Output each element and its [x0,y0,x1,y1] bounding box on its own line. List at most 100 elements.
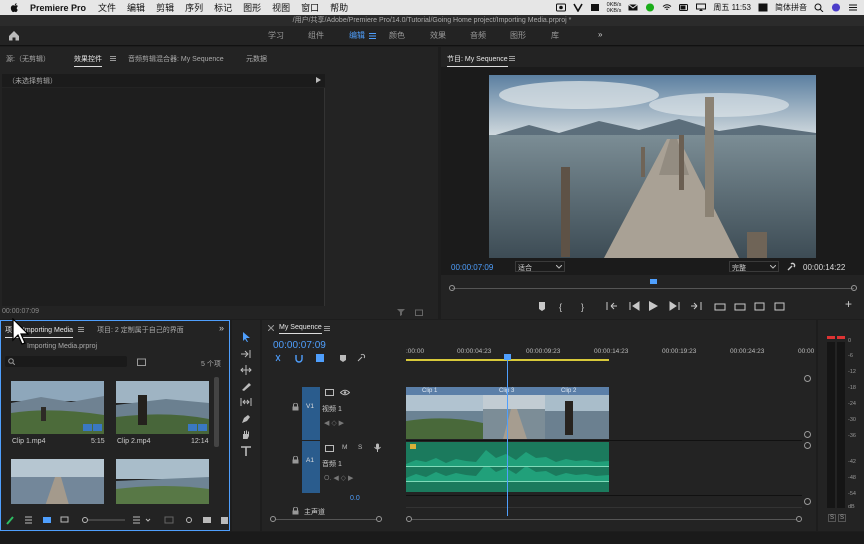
ripple-edit-tool-icon[interactable] [240,365,252,375]
tab-source[interactable]: 源:（无剪辑） [6,54,50,64]
mail-icon[interactable] [628,3,639,12]
timeline-playhead[interactable] [503,354,511,516]
track-select-tool-icon[interactable] [240,349,252,359]
more-tabs-icon[interactable]: » [219,323,224,333]
menu-window[interactable]: 窗口 [301,1,319,14]
panel-menu-icon[interactable] [324,326,330,331]
v1-target[interactable]: V1 [302,387,320,440]
menu-help[interactable]: 帮助 [330,1,348,14]
play-button[interactable] [629,298,641,311]
pen-tool-icon[interactable] [240,414,252,424]
program-monitor-title[interactable]: 节目: My Sequence [447,54,508,67]
home-icon[interactable] [8,30,20,41]
lock-icon[interactable] [292,403,299,411]
timeline-video-clip[interactable]: Clip 1 [406,387,483,439]
clip-thumbnail[interactable] [11,459,104,504]
menu-clip[interactable]: 剪辑 [156,1,174,14]
keyframe-nav[interactable]: ◀ ◇ ▶ [324,419,354,427]
timeline-ruler[interactable]: :00:00 00:00:04:23 00:00:09:23 00:00:14:… [406,344,814,364]
menu-sequence[interactable]: 序列 [185,1,203,14]
clip-thumbnail[interactable] [116,381,209,434]
program-viewer[interactable] [441,67,864,275]
razor-tool-icon[interactable] [240,381,252,391]
workspace-libraries[interactable]: 库 [551,30,559,41]
timeline-scrollbar-left[interactable] [270,516,382,522]
microphone-icon[interactable] [374,443,381,452]
track-area[interactable]: Clip 1 Clip 3 Clip 2 [406,367,802,508]
expand-arrow-icon[interactable] [316,77,321,83]
vertical-scroll-handle[interactable] [804,498,811,505]
solo-right-button[interactable]: S [838,514,847,522]
close-icon[interactable] [268,325,274,331]
menu-markers[interactable]: 标记 [214,1,232,14]
hand-tool-icon[interactable] [240,430,252,440]
airplay-icon[interactable] [696,3,707,12]
workspace-menu-icon[interactable] [369,33,376,39]
toggle-sync-lock-icon[interactable] [325,389,334,396]
timeline-video-clip[interactable]: Clip 2 [545,387,609,439]
search-spotlight-icon[interactable] [814,3,824,12]
input-method-label[interactable]: 简体拼音 [775,2,807,13]
workspace-assembly[interactable]: 组件 [308,30,324,41]
export-icon[interactable] [415,308,423,316]
app-name-menu[interactable]: Premiere Pro [30,3,86,13]
workspace-effects[interactable]: 效果 [430,30,446,41]
notification-center-icon[interactable] [848,3,858,12]
program-playhead[interactable] [650,279,657,284]
workspace-editing[interactable]: 编辑 [349,30,365,41]
selection-tool-icon[interactable] [240,332,252,342]
menu-edit[interactable]: 编辑 [127,1,145,14]
a1-target[interactable]: A1 [302,441,320,493]
wrench-icon[interactable] [787,262,796,271]
project-scrollbar[interactable] [214,377,219,447]
solo-left-button[interactable]: S [828,514,837,522]
panel-menu-icon[interactable] [78,327,84,332]
mute-button[interactable]: M [342,444,347,451]
panel-menu-icon[interactable] [509,56,515,61]
clock[interactable]: 周五 11:53 [713,2,751,13]
timeline-scrollbar[interactable] [406,516,802,522]
menu-file[interactable]: 文件 [98,1,116,14]
filter-icon[interactable] [397,308,405,316]
menu-graphics[interactable]: 图形 [243,1,261,14]
toggle-sync-lock-icon[interactable] [325,445,334,452]
workspace-learning[interactable]: 学习 [268,30,284,41]
project-search-input[interactable] [5,356,127,367]
master-level[interactable]: 0.0 [350,495,360,502]
workspace-graphics[interactable]: 图形 [510,30,526,41]
panel-menu-icon[interactable] [110,56,116,61]
sequence-tab[interactable]: My Sequence [279,324,322,334]
vertical-scroll-handle[interactable] [804,442,811,449]
slip-tool-icon[interactable] [240,397,252,407]
vectorworks-icon[interactable] [572,3,583,12]
audio-keyframe-nav[interactable]: O. ◀ ◇ ▶ [324,474,364,482]
lock-icon[interactable] [292,507,299,515]
menu-view[interactable]: 视图 [272,1,290,14]
clip-thumbnail[interactable] [11,381,104,434]
quality-dropdown[interactable]: 完整 [729,261,779,272]
workspace-color[interactable]: 颜色 [389,30,405,41]
tab-audio-clip-mixer[interactable]: 音频剪辑混合器: My Sequence [128,54,224,64]
solo-button[interactable]: S [358,444,362,451]
wechat-icon[interactable] [645,3,655,12]
eye-icon[interactable] [340,389,350,396]
vertical-scroll-handle[interactable] [804,375,811,382]
vertical-scroll-handle[interactable] [804,431,811,438]
screen-record-icon[interactable] [555,3,566,12]
workspace-more[interactable]: » [598,30,602,39]
program-scrubber[interactable] [449,279,857,291]
new-search-bin-icon[interactable] [137,358,146,366]
tab-effect-controls[interactable]: 效果控件 [74,54,102,67]
clip-thumbnail[interactable] [116,459,209,504]
timeline-timecode[interactable]: 00:00:07:09 [273,340,326,351]
input-method-icon[interactable] [758,3,768,12]
zoom-dropdown[interactable]: 适合 [515,261,565,272]
lock-icon[interactable] [292,456,299,464]
program-current-timecode[interactable]: 00:00:07:09 [451,263,493,272]
siri-icon[interactable] [831,3,841,12]
tab-project-custom-layout[interactable]: 项目: 2 定制属于自己的界面 [97,325,184,335]
menu-extra-icon[interactable] [590,3,600,12]
type-tool-icon[interactable] [240,446,252,457]
add-button-icon[interactable]: + [845,297,852,311]
workspace-audio[interactable]: 音频 [470,30,486,41]
